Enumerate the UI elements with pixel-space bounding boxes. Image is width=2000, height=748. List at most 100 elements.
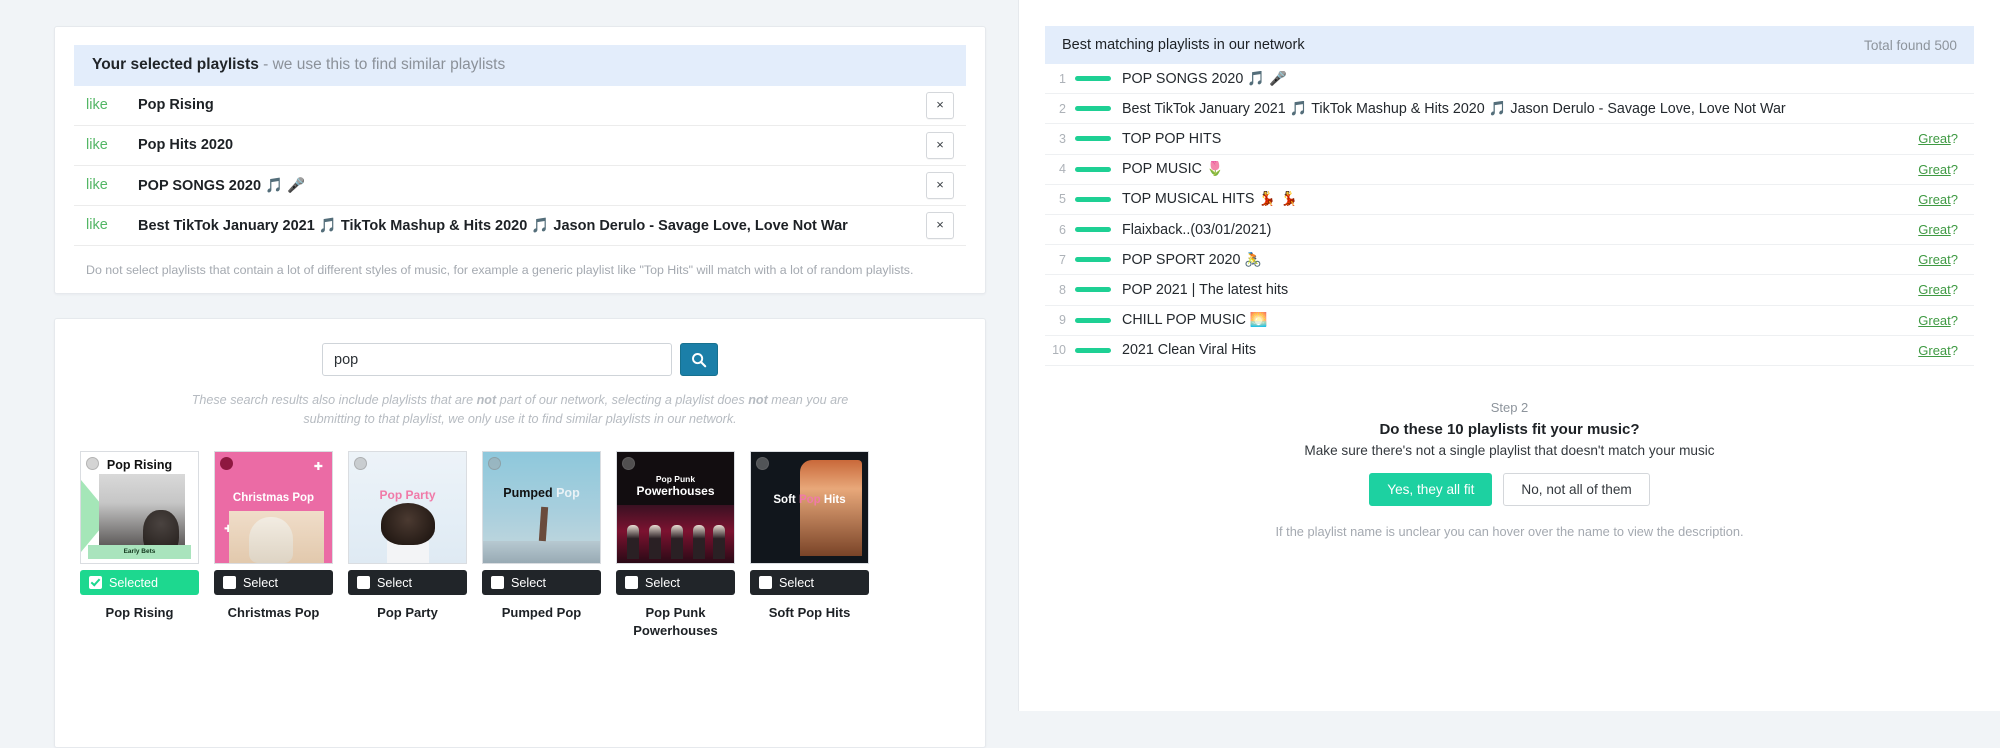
great-link-text: Great (1918, 342, 1951, 358)
remove-playlist-button[interactable]: × (926, 171, 954, 199)
playlist-cover-pop-punk-powerhouses[interactable]: Pop Punk Powerhouses (616, 451, 735, 565)
select-toggle-label: Select (645, 575, 681, 590)
checkbox-icon (625, 576, 638, 590)
playlist-cover-soft-pop-hits[interactable]: Soft Pop Hits (750, 451, 869, 565)
great-link-suffix: ? (1950, 161, 1958, 177)
search-icon (692, 353, 707, 368)
like-label: like (86, 177, 108, 194)
great-link-text: Great (1918, 191, 1951, 207)
cover-dot-icon (354, 457, 367, 471)
great-link-text: Great (1918, 222, 1951, 238)
great-link[interactable]: Great? (1918, 162, 1970, 177)
checkbox-icon (759, 576, 772, 590)
match-title[interactable]: Flaixback..(03/01/2021) (1122, 222, 1918, 238)
search-disclaimer-not2: not (748, 393, 768, 408)
match-index: 5 (1059, 192, 1066, 207)
match-index: 8 (1059, 282, 1066, 297)
cover-figure (713, 525, 725, 560)
match-row: 2 Best TikTok January 2021 🎵 TikTok Mash… (1045, 94, 1974, 125)
app-root: Your selected playlists - we use this to… (0, 0, 2000, 748)
select-toggle-button[interactable]: Select (616, 570, 735, 596)
playlist-cover-pop-rising[interactable]: Pop Rising Early Bets (80, 451, 199, 565)
playlist-tile-name: Pop Party (377, 605, 438, 621)
matches-total-found: Total found 500 (1864, 37, 1957, 53)
playlist-cover-pumped-pop[interactable]: Pumped Pop (482, 451, 601, 565)
selected-playlist-row: like Pop Rising × (74, 86, 966, 126)
step-label: Step 2 (1490, 399, 1529, 415)
match-title[interactable]: Best TikTok January 2021 🎵 TikTok Mashup… (1122, 101, 1970, 117)
cover-figure (538, 507, 549, 542)
match-title[interactable]: TOP MUSICAL HITS 💃 💃 (1122, 191, 1918, 207)
great-link[interactable]: Great? (1918, 192, 1970, 207)
cover-dot-icon (220, 457, 233, 471)
selected-playlist-row: like POP SONGS 2020 🎵 🎤 × (74, 166, 966, 206)
great-link-text: Great (1918, 252, 1951, 268)
selected-playlist-row: like Pop Hits 2020 × (74, 126, 966, 166)
match-index: 1 (1059, 71, 1066, 86)
match-title[interactable]: POP 2021 | The latest hits (1122, 282, 1918, 298)
search-card: These search results also include playli… (54, 318, 986, 748)
cover-title: Pop Rising (106, 458, 173, 473)
match-score-bar (1075, 136, 1111, 142)
no-not-all-button[interactable]: No, not all of them (1503, 472, 1650, 506)
playlist-tile: Pumped Pop Select Pumped Pop (482, 451, 601, 639)
yes-all-fit-button[interactable]: Yes, they all fit (1369, 472, 1493, 506)
great-link-text: Great (1918, 312, 1951, 328)
cover-title-line2: Powerhouses (636, 484, 715, 499)
match-title[interactable]: POP SPORT 2020 🚴 (1122, 252, 1918, 268)
remove-playlist-button[interactable]: × (926, 91, 954, 119)
great-link-suffix: ? (1950, 131, 1958, 147)
cover-dot-icon (756, 457, 769, 471)
cover-title-line1: Pop Punk (655, 474, 696, 485)
cover-portrait (800, 460, 862, 557)
playlist-cover-pop-party[interactable]: Pop Party (348, 451, 467, 565)
match-score-bar (1075, 317, 1111, 323)
match-title[interactable]: CHILL POP MUSIC 🌅 (1122, 312, 1918, 328)
search-disclaimer-part1: These search results also include playli… (191, 393, 477, 408)
match-row: 8 POP 2021 | The latest hits Great? (1045, 275, 1974, 306)
playlist-cover-christmas-pop[interactable]: ✚ ✚ Christmas Pop (214, 451, 333, 565)
select-toggle-button[interactable]: Selected (80, 570, 199, 596)
playlist-tile-name: Pumped Pop (501, 605, 582, 621)
search-disclaimer-part2: part of our network, selecting a playlis… (496, 393, 749, 408)
cover-title: Christmas Pop (232, 492, 315, 505)
match-index: 4 (1059, 162, 1066, 177)
remove-playlist-button[interactable]: × (926, 211, 954, 239)
match-row: 6 Flaixback..(03/01/2021) Great? (1045, 215, 1974, 246)
great-link[interactable]: Great? (1918, 252, 1970, 267)
select-toggle-button[interactable]: Select (482, 570, 601, 596)
match-index: 3 (1059, 131, 1066, 146)
search-input[interactable] (322, 343, 672, 377)
match-row: 9 CHILL POP MUSIC 🌅 Great? (1045, 306, 1974, 336)
select-toggle-label: Select (511, 575, 547, 590)
match-title[interactable]: POP SONGS 2020 🎵 🎤 (1122, 71, 1970, 87)
search-disclaimer: These search results also include playli… (170, 391, 870, 429)
select-toggle-button[interactable]: Select (750, 570, 869, 596)
select-toggle-label: Select (377, 575, 413, 590)
great-link-text: Great (1918, 161, 1951, 177)
match-score-bar (1075, 166, 1111, 172)
select-toggle-button[interactable]: Select (348, 570, 467, 596)
cover-sparkle-icon: ✚ (313, 461, 323, 474)
great-link[interactable]: Great? (1918, 222, 1970, 237)
great-link-suffix: ? (1950, 342, 1958, 358)
cover-photo (99, 474, 185, 557)
selected-playlists-title: Your selected playlists (92, 56, 259, 73)
great-link[interactable]: Great? (1918, 282, 1970, 297)
match-title[interactable]: TOP POP HITS (1122, 131, 1918, 147)
like-label: like (86, 217, 108, 234)
remove-playlist-button[interactable]: × (926, 131, 954, 159)
match-row: 10 2021 Clean Viral Hits Great? (1045, 336, 1974, 366)
match-title[interactable]: 2021 Clean Viral Hits (1122, 342, 1918, 358)
great-link[interactable]: Great? (1918, 131, 1970, 146)
search-button[interactable] (680, 343, 718, 377)
great-link[interactable]: Great? (1918, 313, 1970, 328)
great-link[interactable]: Great? (1918, 343, 1970, 358)
select-toggle-button[interactable]: Select (214, 570, 333, 596)
match-score-bar (1075, 106, 1111, 112)
match-title[interactable]: POP MUSIC 🌷 (1122, 161, 1918, 177)
match-row: 3 TOP POP HITS Great? (1045, 124, 1974, 155)
like-label: like (86, 137, 108, 154)
cover-portrait (381, 503, 435, 546)
checkbox-icon (89, 576, 102, 590)
